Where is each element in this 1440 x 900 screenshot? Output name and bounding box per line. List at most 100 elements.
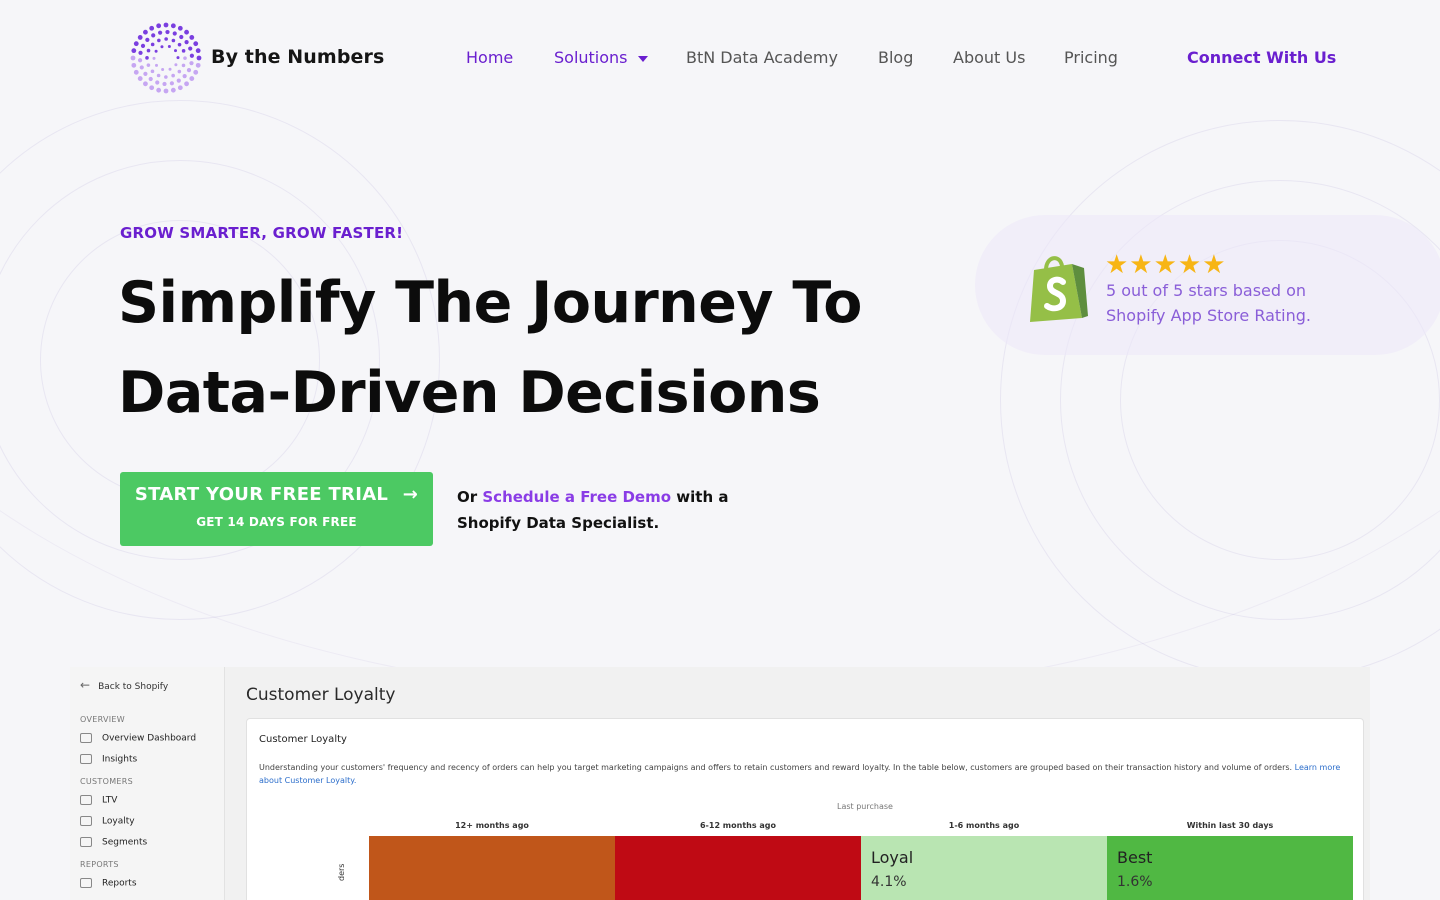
preview-segment-cell xyxy=(615,836,861,900)
logo-dot xyxy=(186,68,192,73)
logo-dot xyxy=(195,48,201,54)
preview-column-header: Within last 30 days xyxy=(1186,821,1274,830)
logo-dot xyxy=(161,68,165,72)
logo-dot xyxy=(181,49,186,53)
nav-solutions-label: Solutions xyxy=(554,48,628,67)
logo-dot xyxy=(146,63,151,67)
logo-dot xyxy=(196,55,202,61)
logo-dot xyxy=(154,49,158,53)
logo-dot xyxy=(181,63,186,68)
preview-section-reports: REPORTS xyxy=(80,860,119,869)
preview-item-overview-dashboard: Overview Dashboard xyxy=(80,733,196,744)
logo-dot xyxy=(131,62,137,68)
preview-card-title: Customer Loyalty xyxy=(259,734,347,745)
logo-dot xyxy=(155,80,160,85)
logo-dot xyxy=(143,71,148,76)
brand-name[interactable]: By the Numbers xyxy=(211,46,384,68)
logo-dot xyxy=(189,61,194,66)
logo-dot xyxy=(195,62,201,68)
headline-line-1: Simplify The Journey To xyxy=(118,270,862,336)
segment-name: Loyal xyxy=(871,848,914,867)
hero-eyebrow: GROW SMARTER, GROW FASTER! xyxy=(120,224,404,242)
logo-dot xyxy=(179,34,184,40)
preview-description-text: Understanding your customers' frequency … xyxy=(259,763,1295,772)
preview-column-header: 1-6 months ago xyxy=(948,821,1020,830)
connect-with-us-link[interactable]: Connect With Us xyxy=(1187,48,1336,67)
nav-blog[interactable]: Blog xyxy=(878,48,913,67)
logo-dot xyxy=(152,56,156,60)
preview-item-insights: Insights xyxy=(80,754,137,765)
schedule-demo-link[interactable]: Schedule a Free Demo xyxy=(482,488,671,506)
logo-dot xyxy=(171,38,176,43)
cta-sub-label: GET 14 DAYS FOR FREE xyxy=(196,515,357,529)
nav-about-us[interactable]: About Us xyxy=(953,48,1025,67)
preview-item-label: Reports xyxy=(102,878,137,889)
preview-column-header: 12+ months ago xyxy=(455,821,529,830)
preview-item-label: LTV xyxy=(102,795,118,806)
preview-segment-cell xyxy=(369,836,615,900)
preview-item-ltv: LTV xyxy=(80,795,117,806)
segment-percent: 4.1% xyxy=(871,874,907,890)
preview-description: Understanding your customers' frequency … xyxy=(259,761,1349,787)
logo-dot xyxy=(160,45,164,49)
nav-home[interactable]: Home xyxy=(466,48,513,67)
bank-icon xyxy=(80,795,92,805)
logo-dot xyxy=(146,48,151,53)
logo-dot xyxy=(140,43,146,48)
preview-item-label: Segments xyxy=(102,837,148,848)
logo-dot xyxy=(189,76,195,81)
logo-dot xyxy=(130,55,136,61)
logo-dot xyxy=(171,73,175,78)
nav-solutions[interactable]: Solutions xyxy=(554,48,648,67)
preview-column-header: 6-12 months ago xyxy=(699,821,777,830)
preview-section-customers: CUSTOMERS xyxy=(80,777,133,786)
logo-dot xyxy=(174,49,178,53)
arrow-right-icon: → xyxy=(402,484,419,505)
logo-dot xyxy=(177,25,183,31)
start-free-trial-button[interactable]: START YOUR FREE TRIAL → GET 14 DAYS FOR … xyxy=(120,472,433,546)
segment-name: Best xyxy=(1117,848,1153,867)
logo-dot xyxy=(157,38,161,43)
logo-dot xyxy=(151,33,156,38)
preview-back-label: Back to Shopify xyxy=(98,682,169,692)
logo-dot xyxy=(183,56,187,60)
logo-dot xyxy=(182,74,187,79)
logo-dot xyxy=(164,37,168,41)
logo-dot xyxy=(145,37,150,42)
logo-dot xyxy=(189,53,195,58)
logo-dot xyxy=(163,22,169,28)
logo-dot xyxy=(188,46,193,51)
logo-dot xyxy=(163,88,169,94)
dotted-sphere-logo-icon[interactable] xyxy=(130,22,202,94)
logo-dot xyxy=(174,63,178,67)
demo-prefix: Or xyxy=(457,488,483,506)
preview-item-loyalty: Loyalty xyxy=(80,816,135,827)
preview-item-label: Loyalty xyxy=(102,816,135,827)
nav-btn-data-academy[interactable]: BtN Data Academy xyxy=(686,48,838,67)
segment-percent: 1.6% xyxy=(1117,874,1153,890)
logo-dot xyxy=(149,25,155,31)
logo-dot xyxy=(176,78,181,83)
logo-dot xyxy=(149,85,155,91)
logo-dot xyxy=(177,42,182,47)
preview-segment-cell-best: Best 1.6% xyxy=(1107,836,1353,900)
nav-pricing[interactable]: Pricing xyxy=(1064,48,1118,67)
logo-dot xyxy=(137,76,143,81)
logo-dot xyxy=(165,29,170,35)
logo-dot xyxy=(177,85,183,91)
person-icon xyxy=(80,816,92,826)
demo-text: Or Schedule a Free Demo with a Shopify D… xyxy=(457,484,747,536)
logo-dot xyxy=(150,42,155,47)
headline-line-2: Data-Driven Decisions xyxy=(118,360,821,426)
logo-dot xyxy=(133,69,139,75)
logo-dot xyxy=(154,63,158,67)
logo-dot xyxy=(162,81,167,87)
logo-dot xyxy=(169,81,174,86)
insights-icon xyxy=(80,754,92,764)
logo-dot xyxy=(167,44,171,48)
preview-loyalty-card: Customer Loyalty Understanding your cust… xyxy=(246,718,1364,900)
logo-dot xyxy=(139,65,144,70)
logo-dot xyxy=(170,87,176,93)
rating-text: 5 out of 5 stars based on Shopify App St… xyxy=(1106,281,1311,325)
preview-last-purchase-label: Last purchase xyxy=(837,802,893,811)
